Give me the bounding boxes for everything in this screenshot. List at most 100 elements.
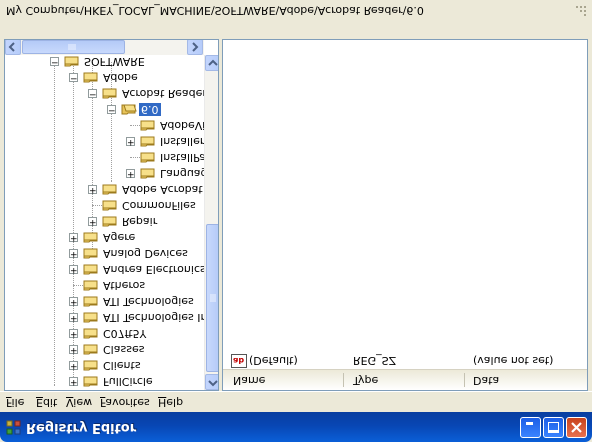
tree-vertical-scrollbar[interactable] — [204, 55, 219, 390]
tree-node[interactable]: + Analog Devices — [69, 245, 204, 261]
folder-icon — [83, 232, 98, 243]
folder-icon — [83, 280, 98, 291]
chevron-down-icon — [208, 59, 218, 66]
tree-node-label: Atheros — [103, 279, 146, 292]
tree-node[interactable]: CommonFiles — [88, 197, 204, 213]
scroll-left-button[interactable] — [5, 39, 21, 55]
chevron-left-icon — [8, 42, 15, 52]
column-divider[interactable] — [343, 373, 344, 387]
tree-node[interactable]: Atheros — [69, 277, 204, 293]
tree-connector — [130, 125, 140, 126]
expand-toggle-icon[interactable]: + — [69, 313, 78, 323]
close-icon — [571, 422, 582, 433]
expand-toggle-icon[interactable]: + — [69, 233, 78, 243]
tree-node[interactable]: − Adobe — [69, 69, 204, 85]
tree-node[interactable]: − Acrobat Reader — [88, 85, 207, 101]
folder-icon — [102, 216, 117, 227]
title-bar[interactable]: Registry Editor — [0, 412, 592, 442]
value-row[interactable]: ab (Default) REG_SZ (value not set) — [223, 352, 587, 368]
scroll-up-button[interactable] — [205, 374, 219, 390]
folder-icon — [64, 56, 79, 67]
expand-toggle-icon[interactable]: + — [69, 329, 78, 339]
expand-toggle-icon[interactable]: + — [69, 249, 78, 259]
menu-file[interactable]: File — [6, 396, 24, 409]
tree-node[interactable]: + Repair — [88, 213, 204, 229]
expand-toggle-icon[interactable]: + — [69, 265, 78, 275]
tree-node[interactable]: AdobeVi — [126, 117, 206, 133]
expand-toggle-icon[interactable]: + — [126, 137, 135, 147]
svg-text:ab: ab — [233, 356, 244, 365]
folder-icon — [140, 168, 155, 179]
collapse-toggle-icon[interactable]: − — [69, 73, 78, 83]
menu-view[interactable]: View — [66, 396, 92, 409]
column-divider[interactable] — [464, 373, 465, 387]
tree-node[interactable]: − SOFTWARE — [50, 53, 204, 69]
tree-node[interactable]: InstallPa — [126, 149, 206, 165]
tree-node-label: Adobe — [103, 71, 138, 84]
tree-node[interactable]: + Installer — [126, 133, 204, 149]
tree-node[interactable]: + ATI Technologies In — [69, 309, 208, 325]
close-button[interactable] — [566, 417, 587, 438]
tree-node[interactable]: − 6.0 — [107, 101, 204, 117]
folder-icon — [83, 72, 98, 83]
maximize-button[interactable] — [543, 417, 564, 438]
expand-toggle-icon[interactable]: + — [88, 217, 97, 227]
menu-bar: File Edit View Favorites Help — [0, 391, 592, 412]
menu-edit[interactable]: Edit — [36, 396, 57, 409]
tree-horizontal-scrollbar[interactable] — [5, 39, 204, 55]
collapse-toggle-icon[interactable]: − — [50, 57, 59, 67]
scroll-down-button[interactable] — [205, 55, 219, 71]
tree-node[interactable]: + Adobe Acrobat — [88, 181, 204, 197]
tree-node[interactable]: + FullCircle — [69, 373, 204, 389]
folder-icon — [83, 312, 98, 323]
scroll-right-button[interactable] — [187, 39, 203, 55]
value-type: REG_SZ — [353, 354, 397, 367]
expand-toggle-icon[interactable]: + — [126, 169, 135, 179]
tree-node-label: InstallPa — [160, 151, 206, 164]
menu-help[interactable]: Help — [158, 396, 183, 409]
tree-node[interactable]: + Andrea Electronics — [69, 261, 206, 277]
expand-toggle-icon[interactable]: + — [88, 185, 97, 195]
folder-icon — [102, 200, 117, 211]
folder-icon — [83, 264, 98, 275]
column-header-name[interactable]: Name — [233, 374, 265, 387]
tree-node[interactable]: +Genghis — [69, 389, 204, 391]
tree-node-label: Clients — [103, 359, 141, 372]
registry-values-pane[interactable]: Name Type Data ab (Default) REG_SZ (valu… — [222, 39, 588, 391]
registry-key-tree[interactable]: − SOFTWARE − Adobe − Acrobat Reader −6.0 AdobeV… — [4, 39, 219, 391]
collapse-toggle-icon[interactable]: − — [88, 89, 97, 99]
registry-editor-app-icon — [6, 420, 21, 435]
expand-toggle-icon[interactable]: + — [69, 361, 78, 371]
expand-toggle-icon[interactable]: + — [69, 297, 78, 307]
tree-node-label: Analog Devices — [103, 247, 188, 260]
string-value-icon: ab — [231, 354, 247, 368]
tree-node[interactable]: + Clients — [69, 357, 204, 373]
menu-favorites[interactable]: Favorites — [100, 396, 150, 409]
tree-node[interactable]: + Languag — [126, 165, 208, 181]
folder-icon — [140, 136, 155, 147]
tree-node-label: Installer — [160, 135, 205, 148]
column-header-data[interactable]: Data — [473, 374, 499, 387]
tree-node-label: CommonFiles — [122, 199, 196, 212]
folder-icon — [83, 344, 98, 355]
folder-icon — [83, 296, 98, 307]
folder-icon — [83, 248, 98, 259]
tree-node[interactable]: + ATI Technologies — [69, 293, 204, 309]
tree-node[interactable]: + Agere — [69, 229, 204, 245]
tree-node[interactable]: + C07ft5Y — [69, 325, 204, 341]
collapse-toggle-icon[interactable]: − — [107, 105, 116, 115]
minimize-button[interactable] — [520, 417, 541, 438]
folder-icon — [83, 376, 98, 387]
tree-node[interactable]: + Classes — [69, 341, 204, 357]
expand-toggle-icon[interactable]: + — [69, 345, 78, 355]
tree-node-label: Classes — [103, 343, 145, 356]
status-bar: My Computer\HKEY_LOCAL_MACHINE\SOFTWARE\… — [0, 0, 592, 38]
resize-grip-icon[interactable] — [573, 4, 587, 18]
tree-node-label: Repair — [122, 215, 158, 228]
tree-vertical-scroll-thumb[interactable] — [206, 224, 219, 372]
tree-node-label: AdobeVi — [160, 119, 206, 132]
tree-horizontal-scroll-thumb[interactable] — [22, 40, 125, 54]
column-header-type[interactable]: Type — [353, 374, 378, 387]
expand-toggle-icon[interactable]: + — [69, 377, 78, 387]
tree-node-label: 6.0 — [139, 103, 161, 116]
